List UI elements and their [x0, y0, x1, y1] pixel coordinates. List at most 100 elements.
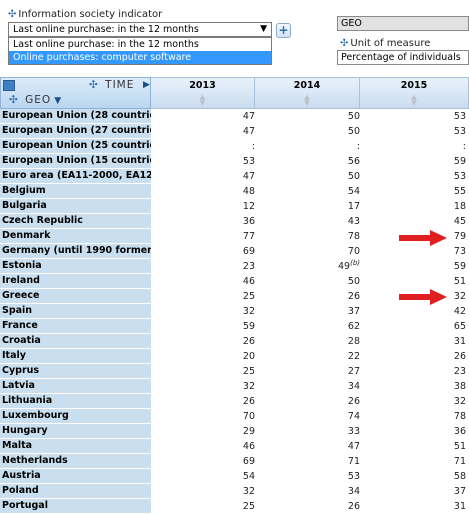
move-icon[interactable]: ✣ — [8, 9, 16, 20]
unit-select[interactable]: Percentage of individuals — [337, 50, 469, 65]
geo-cell[interactable]: Belgium — [0, 184, 151, 199]
play-arrow-icon[interactable]: ▶ — [143, 80, 150, 90]
sort-icon[interactable]: ▲ ▼ — [255, 94, 359, 107]
value-text: 69 — [242, 456, 255, 467]
value-cell: : — [152, 139, 255, 154]
sort-down-icon[interactable]: ▼ — [54, 96, 62, 106]
value-cell: 34 — [255, 379, 360, 394]
value-cell: 23 — [360, 364, 466, 379]
value-cell: 59 — [152, 319, 255, 334]
value-cell: 71 — [360, 454, 466, 469]
value-cell: 51 — [360, 274, 466, 289]
value-text: 26 — [347, 396, 360, 407]
arrow-shape — [399, 289, 447, 305]
value-text: 49 — [338, 261, 351, 272]
geo-cell[interactable]: France — [0, 319, 151, 334]
geo-cell[interactable]: European Union (25 countries) — [0, 139, 151, 154]
value-cell: 31 — [360, 334, 466, 349]
table-row: Italy 20 22 26 — [0, 349, 469, 364]
value-cell: 26 — [152, 394, 255, 409]
geo-cell[interactable]: Germany (until 1990 former te — [0, 244, 151, 259]
geo-cell[interactable]: Cyprus — [0, 364, 151, 379]
value-text: 23 — [242, 261, 255, 272]
year-label: 2013 — [189, 80, 216, 91]
year-column-header[interactable]: 2015 ▲ ▼ — [360, 77, 469, 109]
value-cell: 36 — [360, 424, 466, 439]
value-text: 50 — [347, 126, 360, 137]
dropdown-option-highlighted[interactable]: Online purchases: computer software — [9, 51, 271, 64]
value-text: 45 — [453, 216, 466, 227]
value-cell: 27 — [255, 364, 360, 379]
geo-cell[interactable]: European Union (27 countries) — [0, 124, 151, 139]
year-label: 2015 — [400, 80, 428, 91]
year-column-header[interactable]: 2014 ▲ ▼ — [255, 77, 360, 109]
geo-cell[interactable]: Hungary — [0, 424, 151, 439]
geo-cell[interactable]: Netherlands — [0, 454, 151, 469]
time-dimension[interactable]: ✣ TIME — [89, 79, 134, 91]
value-text: 46 — [242, 441, 255, 452]
table-options-icon[interactable] — [3, 80, 15, 91]
value-cell: 58 — [360, 469, 466, 484]
geo-selector[interactable]: GEO — [337, 16, 469, 31]
sort-icon[interactable]: ▲ ▼ — [151, 94, 254, 107]
value-text: 26 — [242, 336, 255, 347]
value-cell: 26 — [360, 349, 466, 364]
geo-cell[interactable]: Ireland — [0, 274, 151, 289]
geo-cell[interactable]: Austria — [0, 469, 151, 484]
add-button[interactable]: + — [276, 23, 291, 38]
indicator-select-value: Last online purchase: in the 12 months — [13, 24, 199, 35]
geo-cell[interactable]: Czech Republic — [0, 214, 151, 229]
geo-cell[interactable]: Croatia — [0, 334, 151, 349]
value-text: 25 — [242, 366, 255, 377]
value-text: 70 — [242, 411, 255, 422]
value-cell: 37 — [255, 304, 360, 319]
table-row: European Union (28 countries) 47 50 53 — [0, 109, 469, 124]
indicator-select[interactable]: Last online purchase: in the 12 months ▼ — [8, 22, 272, 37]
value-text: 32 — [242, 381, 255, 392]
geo-cell[interactable]: Latvia — [0, 379, 151, 394]
value-text: 29 — [242, 426, 255, 437]
year-label: 2014 — [293, 80, 321, 91]
table-row: Estonia 23 49(b) 59 — [0, 259, 469, 274]
geo-dimension[interactable]: ✣ GEO ▼ — [9, 94, 62, 106]
value-text: 28 — [347, 336, 360, 347]
sort-icon[interactable]: ▲ ▼ — [360, 94, 468, 107]
value-text: 51 — [453, 276, 466, 287]
dropdown-option[interactable]: Last online purchase: in the 12 months — [9, 38, 271, 51]
year-column-header[interactable]: 2013 ▲ ▼ — [151, 77, 255, 109]
value-cell: : — [360, 139, 466, 154]
table-row: Poland 32 34 37 — [0, 484, 469, 499]
indicator-label-text: Information society indicator — [18, 9, 163, 20]
move-icon[interactable]: ✣ — [89, 79, 99, 91]
geo-cell[interactable]: Bulgaria — [0, 199, 151, 214]
value-cell: 47 — [152, 109, 255, 124]
geo-cell[interactable]: Euro area (EA11-2000, EA12-2 — [0, 169, 151, 184]
value-cell: 25 — [152, 364, 255, 379]
geo-cell[interactable]: Poland — [0, 484, 151, 499]
value-cell: 36 — [152, 214, 255, 229]
table-row: European Union (25 countries)::: — [0, 139, 469, 154]
geo-cell[interactable]: Greece — [0, 289, 151, 304]
geo-cell[interactable]: European Union (28 countries) — [0, 109, 151, 124]
table-row: Malta 46 47 51 — [0, 439, 469, 454]
value-text: 43 — [347, 216, 360, 227]
table-row: Croatia 26 28 31 — [0, 334, 469, 349]
geo-cell[interactable]: European Union (15 countries) — [0, 154, 151, 169]
value-text: 56 — [347, 156, 360, 167]
geo-cell[interactable]: Spain — [0, 304, 151, 319]
move-icon[interactable]: ✣ — [340, 38, 348, 49]
geo-cell[interactable]: Malta — [0, 439, 151, 454]
geo-cell[interactable]: Luxembourg — [0, 409, 151, 424]
geo-cell[interactable]: Estonia — [0, 259, 151, 274]
geo-cell[interactable]: Denmark — [0, 229, 151, 244]
value-text: 50 — [347, 111, 360, 122]
geo-cell[interactable]: Lithuania — [0, 394, 151, 409]
value-text: 53 — [242, 156, 255, 167]
value-cell: 54 — [255, 184, 360, 199]
geo-cell[interactable]: Portugal — [0, 499, 151, 514]
move-icon[interactable]: ✣ — [9, 94, 19, 106]
value-cell: 62 — [255, 319, 360, 334]
geo-cell[interactable]: Italy — [0, 349, 151, 364]
value-text: 78 — [347, 231, 360, 242]
chevron-down-icon[interactable]: ▼ — [260, 23, 267, 36]
